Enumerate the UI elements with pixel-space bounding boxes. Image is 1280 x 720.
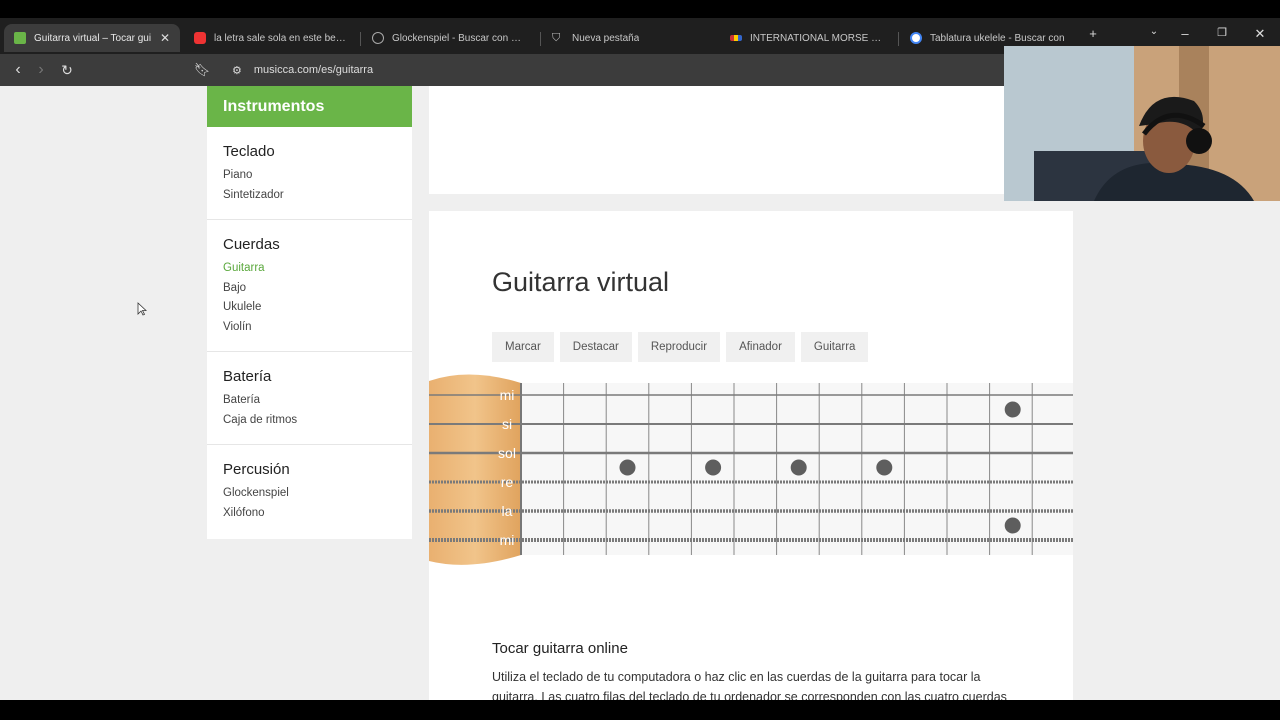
sidebar-header: Instrumentos (207, 86, 412, 127)
sidebar-item-guitarra[interactable]: Guitarra (223, 259, 396, 279)
back-icon[interactable]: ‹ (8, 60, 28, 80)
google-icon (910, 32, 922, 44)
sidebar-group-percusión: Percusión Glockenspiel Xilófono (207, 445, 412, 539)
new-tab-icon[interactable]: + (1082, 26, 1104, 41)
morse-favicon-icon (730, 35, 742, 41)
afinador-button[interactable]: Afinador (726, 332, 795, 362)
tab-title: Tablatura ukelele - Buscar con (930, 32, 1065, 44)
webcam-overlay (1004, 46, 1280, 201)
close-window-icon[interactable]: ✕ (1249, 26, 1271, 42)
sidebar-group-title: Teclado (223, 143, 275, 160)
screen-top-bar (0, 0, 1280, 18)
tab-title: INTERNATIONAL MORSE CODE (750, 32, 886, 44)
tab-title: Guitarra virtual – Tocar gui (34, 32, 152, 44)
marcar-button[interactable]: Marcar (492, 332, 554, 362)
tab-title: la letra sale sola en este beat (m (214, 32, 346, 44)
screen-bottom-bar (0, 700, 1280, 720)
url-text: musicca.com/es/guitarra (253, 64, 374, 76)
tab-nueva[interactable]: ⛉ Nueva pestaña (542, 24, 718, 52)
string-label: si (502, 416, 512, 432)
guitar-card: Guitarra virtual Marcar Destacar Reprodu… (429, 211, 1073, 700)
sidebar-item-caja-de-ritmos[interactable]: Caja de ritmos (223, 411, 396, 431)
tab-title: Nueva pestaña (572, 32, 640, 44)
close-tab-icon[interactable]: ✕ (160, 31, 170, 45)
shield-icon: ⛉ (552, 32, 561, 44)
address-bar[interactable]: ⚙︎ musicca.com/es/guitarra (220, 58, 1000, 82)
tab-guitarra[interactable]: Guitarra virtual – Tocar gui ✕ (4, 24, 180, 52)
tab-youtube[interactable]: la letra sale sola en este beat (m (184, 24, 356, 52)
sidebar-item-ukulele[interactable]: Ukulele (223, 298, 396, 318)
youtube-icon (194, 32, 206, 44)
instrument-sidebar: Instrumentos Teclado Piano Sintetizador Cue… (207, 86, 412, 539)
sidebar-item-piano[interactable]: Piano (223, 166, 396, 186)
reproducir-button[interactable]: Reproducir (637, 332, 721, 362)
instructions-paragraph: Utiliza el teclado de tu computadora o h… (492, 670, 1007, 700)
sidebar-item-xilófono[interactable]: Xilófono (223, 504, 396, 524)
ad-area (429, 86, 1073, 194)
string-label: sol (498, 445, 516, 461)
tab-title: Glockenspiel - Buscar con Goo (392, 32, 528, 44)
tab-morse[interactable]: INTERNATIONAL MORSE CODE (720, 24, 896, 52)
sidebar-group-batería: Batería Batería Caja de ritmos (207, 352, 412, 445)
guitarra-button[interactable]: Guitarra (800, 332, 869, 362)
page-title: Guitarra virtual (492, 267, 670, 297)
sidebar-item-batería[interactable]: Batería (223, 391, 396, 411)
fret-marker-dot (705, 459, 722, 476)
tab-search-icon[interactable]: ⌄ (1143, 26, 1165, 37)
string-label: la (502, 503, 513, 519)
guitar-fretboard[interactable]: mi si sol re la mi (429, 371, 1073, 569)
sidebar-item-violín[interactable]: Violín (223, 318, 396, 338)
destacar-button[interactable]: Destacar (559, 332, 632, 362)
restore-icon[interactable]: ❐ (1211, 26, 1233, 39)
bookmark-icon[interactable]: 🔖︎ (192, 60, 212, 80)
sidebar-group-teclado: Teclado Piano Sintetizador (207, 127, 412, 220)
string-label: mi (500, 387, 515, 403)
reload-icon[interactable]: ↻ (57, 60, 77, 80)
section-subtitle: Tocar guitarra online (492, 640, 628, 657)
fret-marker-dot (1004, 401, 1021, 418)
sidebar-item-sintetizador[interactable]: Sintetizador (223, 186, 396, 206)
globe-icon (372, 32, 384, 44)
string-label: mi (500, 532, 515, 548)
sidebar-group-cuerdas: Cuerdas Guitarra Bajo Ukulele Violín (207, 220, 412, 352)
sidebar-group-title: Cuerdas (223, 236, 280, 253)
minimize-icon[interactable]: – (1174, 26, 1196, 41)
fret-marker-dot (876, 459, 893, 476)
sidebar-group-title: Percusión (223, 461, 290, 478)
fret-marker-dot (790, 459, 807, 476)
sidebar-item-glockenspiel[interactable]: Glockenspiel (223, 484, 396, 504)
tab-glockenspiel[interactable]: Glockenspiel - Buscar con Goo (362, 24, 538, 52)
sidebar-group-title: Batería (223, 368, 272, 385)
fret-marker-dot (619, 459, 636, 476)
fret-marker-dot (1004, 517, 1021, 534)
site-info-icon[interactable]: ⚙︎ (232, 64, 242, 77)
string-label: re (501, 474, 514, 490)
forward-icon[interactable]: › (31, 60, 51, 80)
guitar-controls: Marcar Destacar Reproducir Afinador Guit… (492, 332, 869, 362)
mouse-cursor-icon (137, 302, 147, 316)
sidebar-item-bajo[interactable]: Bajo (223, 279, 396, 299)
webcam-person-image (1004, 46, 1280, 201)
musicca-favicon-icon (14, 32, 26, 44)
